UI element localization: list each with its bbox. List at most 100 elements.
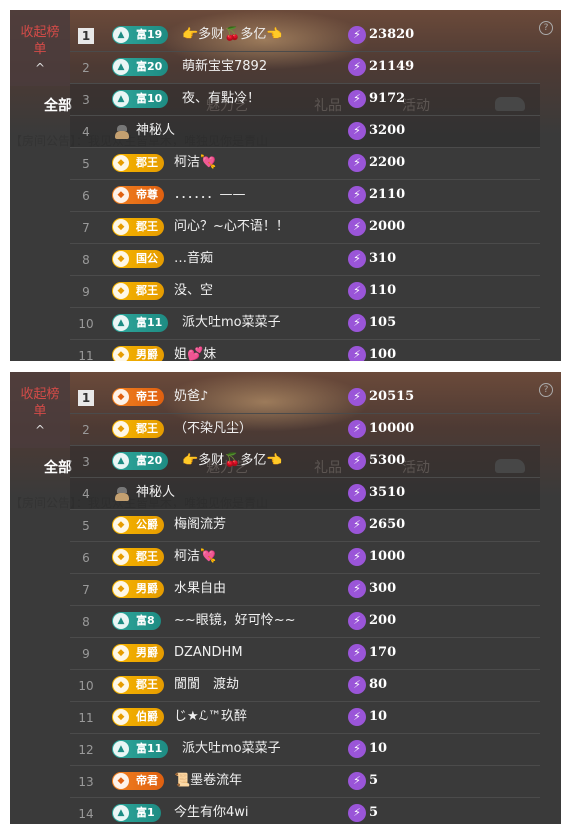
table-row[interactable]: 11 ◆ 男爵 姐💕妹 ⚡ 100 bbox=[70, 340, 540, 361]
level-badge: ◆ 男爵 bbox=[112, 580, 164, 598]
score-value: 80 bbox=[369, 677, 388, 692]
chevron-up-icon: ^ bbox=[34, 61, 46, 75]
table-row[interactable]: 10 ◆ 郡王 閬閬 渡劫 ⚡ 80 bbox=[70, 670, 540, 702]
score-value: 3510 bbox=[369, 485, 406, 500]
triangle-icon: ▲ bbox=[113, 453, 129, 469]
table-row[interactable]: 13 ◆ 帝君 📜墨卷流年 ⚡ 5 bbox=[70, 766, 540, 798]
table-row[interactable]: 8 ◆ 国公 …音痴 ⚡ 310 bbox=[70, 244, 540, 276]
rank-number: 10 bbox=[78, 317, 94, 331]
level-badge: ▲ 富20 bbox=[112, 452, 169, 470]
user-name[interactable]: 派大吐mo菜菜子 bbox=[182, 740, 281, 758]
score-value: 100 bbox=[369, 347, 397, 361]
user-name[interactable]: 萌新宝宝7892 bbox=[182, 58, 267, 76]
triangle-icon: ▲ bbox=[113, 805, 129, 821]
table-row[interactable]: 10 ▲ 富11 派大吐mo菜菜子 ⚡ 105 bbox=[70, 308, 540, 340]
user-name[interactable]: （不染凡尘） bbox=[174, 420, 252, 438]
user-name[interactable]: 水果自由 bbox=[174, 580, 226, 598]
diamond-icon: ◆ bbox=[113, 709, 129, 725]
rank-number: 4 bbox=[82, 125, 90, 139]
table-row[interactable]: 1 ▲ 富19 👉多财🍒多亿👈 ⚡ 23820 bbox=[70, 20, 540, 52]
user-name[interactable]: じ★ℒ™玖醉 bbox=[174, 708, 247, 726]
user-name[interactable]: 梅阁流芳 bbox=[174, 516, 226, 534]
user-name[interactable]: 今生有你4wi bbox=[174, 804, 249, 822]
user-name[interactable]: 柯洁💘 bbox=[174, 154, 216, 172]
user-name[interactable]: 神秘人 bbox=[136, 122, 175, 140]
user-name[interactable]: 閬閬 渡劫 bbox=[174, 676, 239, 694]
user-name[interactable]: ．．．．．．—— bbox=[174, 186, 246, 204]
score-value: 5300 bbox=[369, 453, 406, 468]
table-row[interactable]: 5 ◆ 公爵 梅阁流芳 ⚡ 2650 bbox=[70, 510, 540, 542]
diamond-icon: ◆ bbox=[113, 773, 129, 789]
table-row[interactable]: 1 ◆ 帝王 奶爸♪ ⚡ 20515 bbox=[70, 382, 540, 414]
level-badge: ◆ 郡王 bbox=[112, 218, 164, 236]
user-name[interactable]: DZANDHM bbox=[174, 644, 243, 662]
table-row[interactable]: 9 ◆ 男爵 DZANDHM ⚡ 170 bbox=[70, 638, 540, 670]
rank-number: 13 bbox=[78, 775, 94, 789]
level-badge: ◆ 男爵 bbox=[112, 346, 164, 361]
user-name[interactable]: …音痴 bbox=[174, 250, 213, 268]
score-value: 310 bbox=[369, 251, 397, 266]
table-row[interactable]: 11 ◆ 伯爵 じ★ℒ™玖醉 ⚡ 10 bbox=[70, 702, 540, 734]
collapse-ranking-button[interactable]: 收起榜单 ^ bbox=[10, 10, 70, 86]
level-badge: ◆ 郡王 bbox=[112, 420, 164, 438]
user-name[interactable]: 派大吐mo菜菜子 bbox=[182, 314, 281, 332]
collapse-label: 收起榜单 bbox=[20, 387, 60, 419]
collapse-ranking-button[interactable]: 收起榜单 ^ bbox=[10, 372, 70, 448]
lightning-icon: ⚡ bbox=[348, 708, 366, 726]
lightning-icon: ⚡ bbox=[348, 26, 366, 44]
table-row[interactable]: 2 ▲ 富20 萌新宝宝7892 ⚡ 21149 bbox=[70, 52, 540, 84]
help-icon[interactable]: ? bbox=[539, 21, 553, 35]
level-badge: ▲ 富10 bbox=[112, 90, 169, 108]
mystery-user-icon bbox=[114, 123, 130, 139]
user-name[interactable]: 奶爸♪ bbox=[174, 388, 208, 406]
user-name[interactable]: 没、空 bbox=[174, 282, 213, 300]
user-name[interactable]: 夜、有點冷！ bbox=[182, 90, 260, 108]
table-row[interactable]: 4 神秘人 ⚡ 3510 bbox=[70, 478, 540, 510]
user-name[interactable]: 👉多财🍒多亿👈 bbox=[182, 26, 283, 44]
score-value: 2110 bbox=[369, 187, 406, 202]
diamond-icon: ◆ bbox=[113, 677, 129, 693]
user-name[interactable]: 姐💕妹 bbox=[174, 346, 216, 361]
table-row[interactable]: 2 ◆ 郡王 （不染凡尘） ⚡ 10000 bbox=[70, 414, 540, 446]
score-value: 9172 bbox=[369, 91, 406, 106]
triangle-icon: ▲ bbox=[113, 59, 129, 75]
user-name[interactable]: 问心？~心不语！！ bbox=[174, 218, 289, 236]
diamond-icon: ◆ bbox=[113, 155, 129, 171]
rank-number: 12 bbox=[78, 743, 94, 757]
user-name[interactable]: 📜墨卷流年 bbox=[174, 772, 242, 790]
table-row[interactable]: 3 ▲ 富20 👉多财🍒多亿👈 ⚡ 5300 bbox=[70, 446, 540, 478]
table-row[interactable]: 7 ◆ 男爵 水果自由 ⚡ 300 bbox=[70, 574, 540, 606]
user-name[interactable]: 👉多财🍒多亿👈 bbox=[182, 452, 283, 470]
badge-label: 富10 bbox=[136, 92, 163, 105]
level-badge: ◆ 公爵 bbox=[112, 516, 164, 534]
table-row[interactable]: 14 ▲ 富1 今生有你4wi ⚡ 5 bbox=[70, 798, 540, 824]
table-row[interactable]: 3 ▲ 富10 夜、有點冷！ ⚡ 9172 bbox=[70, 84, 540, 116]
lightning-icon: ⚡ bbox=[348, 420, 366, 438]
lightning-icon: ⚡ bbox=[348, 612, 366, 630]
level-badge: ▲ 富11 bbox=[112, 314, 169, 332]
user-name[interactable]: ~~眼镜，好可怜~~ bbox=[174, 612, 296, 630]
table-row[interactable]: 7 ◆ 郡王 问心？~心不语！！ ⚡ 2000 bbox=[70, 212, 540, 244]
tab-0[interactable]: 全部 bbox=[44, 86, 72, 126]
rank-number: 9 bbox=[82, 285, 90, 299]
badge-label: 富11 bbox=[136, 742, 163, 755]
triangle-icon: ▲ bbox=[113, 315, 129, 331]
table-row[interactable]: 6 ◆ 帝尊 ．．．．．．—— ⚡ 2110 bbox=[70, 180, 540, 212]
lightning-icon: ⚡ bbox=[348, 740, 366, 758]
level-badge: ▲ 富20 bbox=[112, 58, 169, 76]
score-value: 110 bbox=[369, 283, 397, 298]
table-row[interactable]: 4 神秘人 ⚡ 3200 bbox=[70, 116, 540, 148]
user-name[interactable]: 柯洁💘 bbox=[174, 548, 216, 566]
table-row[interactable]: 6 ◆ 郡王 柯洁💘 ⚡ 1000 bbox=[70, 542, 540, 574]
table-row[interactable]: 5 ◆ 郡王 柯洁💘 ⚡ 2200 bbox=[70, 148, 540, 180]
tab-0[interactable]: 全部 bbox=[44, 448, 72, 488]
table-row[interactable]: 12 ▲ 富11 派大吐mo菜菜子 ⚡ 10 bbox=[70, 734, 540, 766]
table-row[interactable]: 9 ◆ 郡王 没、空 ⚡ 110 bbox=[70, 276, 540, 308]
help-icon[interactable]: ? bbox=[539, 383, 553, 397]
lightning-icon: ⚡ bbox=[348, 282, 366, 300]
lightning-icon: ⚡ bbox=[348, 154, 366, 172]
badge-label: 帝尊 bbox=[136, 188, 158, 201]
table-row[interactable]: 8 ▲ 富8 ~~眼镜，好可怜~~ ⚡ 200 bbox=[70, 606, 540, 638]
ranking-list: 1 ◆ 帝王 奶爸♪ ⚡ 20515 2 ◆ 郡王 （不染凡尘） ⚡ 10000 3 ▲ 富20 👉多财🍒多亿… bbox=[70, 382, 540, 824]
user-name[interactable]: 神秘人 bbox=[136, 484, 175, 502]
